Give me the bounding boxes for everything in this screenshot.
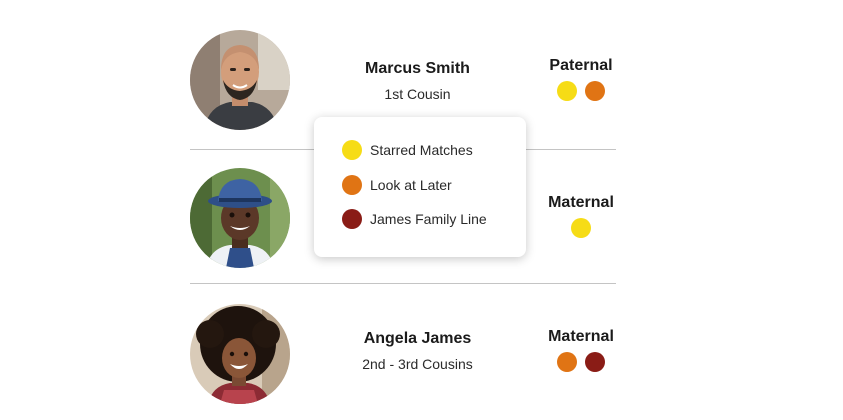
legend-label: James Family Line [370, 211, 487, 227]
relationship-label: 1st Cousin [384, 86, 451, 102]
match-name[interactable]: Marcus Smith [335, 60, 500, 78]
avatar[interactable] [190, 168, 290, 268]
legend-item-look-at-later[interactable]: Look at Later [342, 173, 452, 197]
legend-label: Look at Later [370, 177, 452, 193]
legend-label: Starred Matches [370, 142, 473, 158]
look-later-dot-icon[interactable] [585, 81, 605, 101]
match-name[interactable]: Angela James [335, 330, 500, 348]
row-divider [190, 283, 616, 284]
profile-photo-marcus [190, 30, 290, 130]
avatar[interactable] [190, 30, 290, 130]
look-later-dot-icon [342, 175, 362, 195]
starred-dot-icon [342, 140, 362, 160]
legend-item-starred-matches[interactable]: Starred Matches [342, 138, 473, 162]
family-side-label: Paternal [549, 57, 613, 74]
group-dots[interactable] [530, 352, 632, 372]
group-dots[interactable] [530, 218, 632, 238]
james-family-line-dot-icon[interactable] [585, 352, 605, 372]
group-legend-popup: Starred Matches Look at Later James Fami… [314, 117, 526, 257]
relationship-label: 2nd - 3rd Cousins [362, 356, 473, 372]
family-side-label: Maternal [548, 194, 614, 211]
group-dots[interactable] [530, 81, 632, 101]
family-side-label: Maternal [548, 328, 614, 345]
starred-dot-icon[interactable] [571, 218, 591, 238]
profile-photo-angela [190, 304, 290, 404]
legend-item-james-family-line[interactable]: James Family Line [342, 207, 487, 231]
james-family-line-dot-icon [342, 209, 362, 229]
match-row-angela-james[interactable]: Angela James 2nd - 3rd Cousins Maternal [0, 290, 843, 420]
starred-dot-icon[interactable] [557, 81, 577, 101]
look-later-dot-icon[interactable] [557, 352, 577, 372]
profile-photo-man-hat [190, 168, 290, 268]
avatar[interactable] [190, 304, 290, 404]
